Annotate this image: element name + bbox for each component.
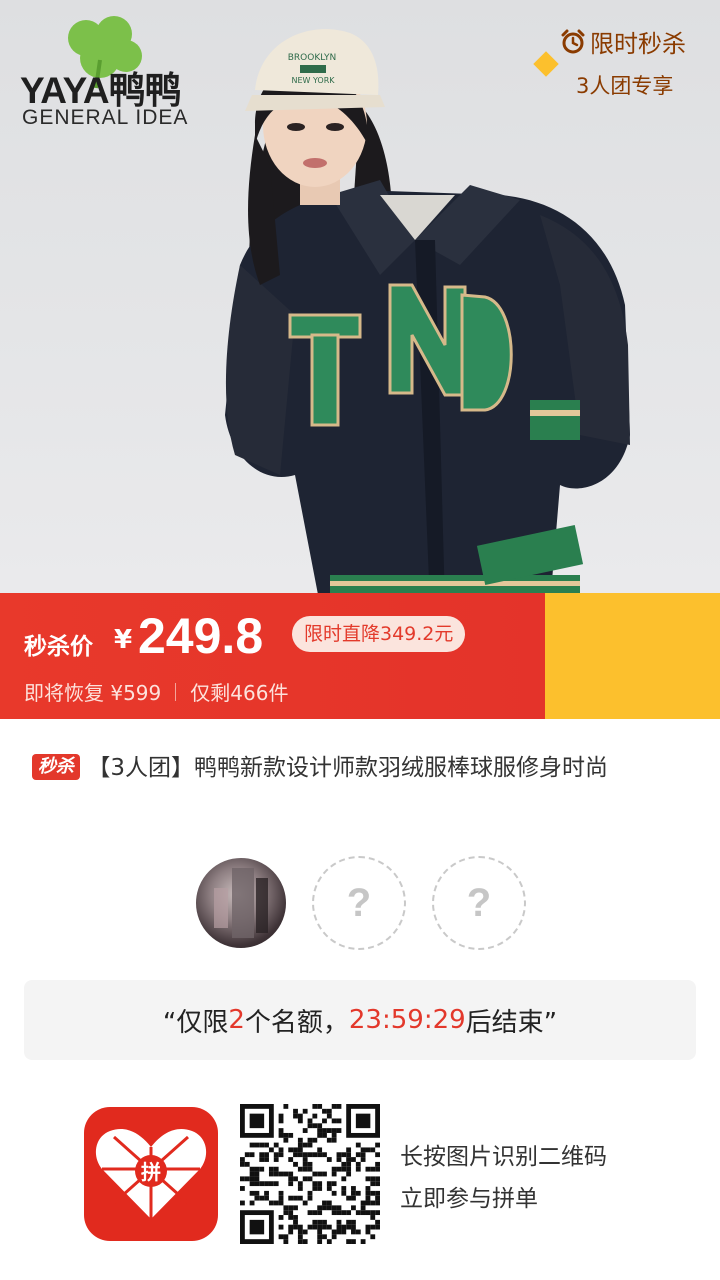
brand-tagline: GENERAL IDEA (22, 106, 189, 129)
currency-symbol: ¥ (114, 625, 133, 655)
qr-code[interactable] (240, 1104, 380, 1244)
svg-text:NEW YORK: NEW YORK (291, 76, 335, 85)
countdown-timer: 23:59:29 (348, 1005, 466, 1035)
empty-slot-avatar: ? (432, 856, 526, 950)
group-exclusive-text: 3人团专享 (576, 74, 674, 98)
quota-count: 2 (228, 1005, 245, 1035)
price-panel: 秒杀价 ¥ 249.8 限时直降349.2元 即将恢复 ¥599 仅剩466件 (0, 593, 545, 719)
pinduoduo-app-icon: 拼 (84, 1107, 218, 1241)
quota-middle: 个名额， (244, 1007, 349, 1038)
qr-instructions: 长按图片识别二维码 立即参与拼单 (400, 1136, 607, 1220)
qr-instruction-line-2: 立即参与拼单 (400, 1186, 538, 1212)
quota-prefix: “仅限 (162, 1007, 229, 1038)
avatar-photo (214, 868, 268, 938)
seckill-price-label: 秒杀价 (24, 634, 93, 660)
alarm-clock-icon (561, 29, 585, 53)
group-member-avatar (194, 856, 288, 950)
stock-remaining-text: 仅剩466件 (190, 681, 289, 705)
quota-countdown: “仅限 2 个名额， 23:59:29 后结束” (24, 980, 696, 1060)
limited-seckill-title: 限时秒杀 (560, 24, 686, 59)
shopping-heart-icon: 拼 (95, 1128, 207, 1219)
restore-price-text: 即将恢复 ¥599 (24, 681, 162, 705)
empty-slot-avatar: ? (312, 856, 406, 950)
seckill-tag: 秒杀 (32, 754, 80, 780)
brand-logo: YAYA鸭鸭 GENERAL IDEA (20, 10, 190, 135)
cap-logo-text: BROOKLYN (288, 53, 337, 63)
seckill-price: 249.8 (138, 608, 264, 664)
quota-suffix: 后结束” (465, 1007, 558, 1038)
divider (175, 682, 177, 701)
product-title: 秒杀 【3人团】鸭鸭新款设计师款羽绒服棒球服修身时尚 (32, 748, 692, 788)
price-drop-badge: 限时直降349.2元 (292, 616, 466, 652)
limited-seckill-title-text: 限时秒杀 (590, 30, 686, 58)
price-banner: 秒杀价 ¥ 249.8 限时直降349.2元 即将恢复 ¥599 仅剩466件 (0, 593, 720, 719)
price-sub-row: 即将恢复 ¥599 仅剩466件 (24, 677, 288, 706)
limited-seckill-panel (545, 593, 720, 719)
product-title-text: 【3人团】鸭鸭新款设计师款羽绒服棒球服修身时尚 (87, 755, 608, 781)
model-illustration: BROOKLYN NEW YORK (225, 29, 630, 593)
app-icon-label: 拼 (141, 1160, 161, 1184)
qr-instruction-line-1: 长按图片识别二维码 (400, 1144, 607, 1170)
